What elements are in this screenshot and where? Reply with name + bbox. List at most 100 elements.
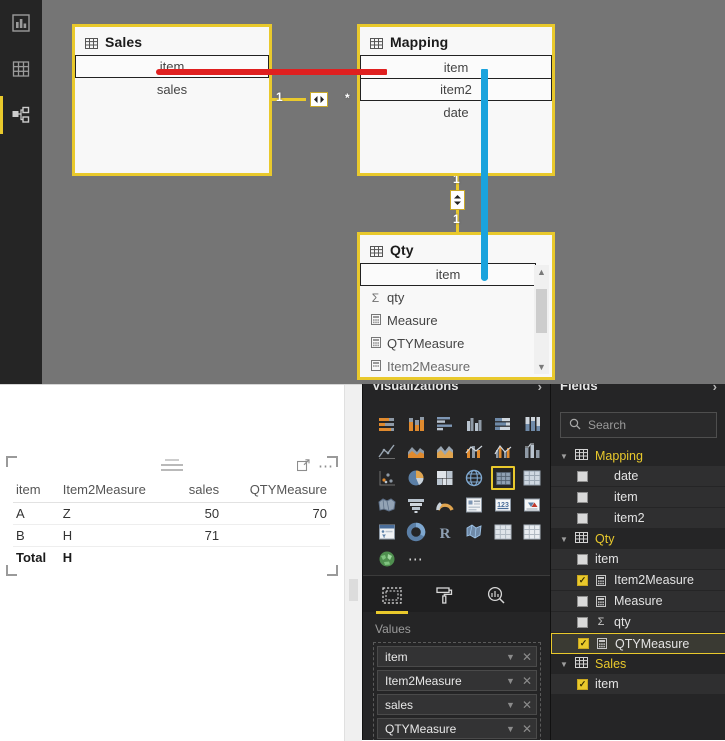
model-field-row[interactable]: item2: [360, 78, 552, 101]
field-item-measure[interactable]: Measure: [551, 591, 725, 612]
well-chip-sales[interactable]: sales ▼ ✕: [377, 694, 537, 715]
search-input[interactable]: Search: [560, 412, 717, 438]
field-item-date[interactable]: date: [551, 466, 725, 487]
viz-icon-kpi[interactable]: [520, 493, 544, 517]
model-table-sales[interactable]: Sales item sales: [72, 24, 272, 176]
well-chip-item2measure[interactable]: Item2Measure ▼ ✕: [377, 670, 537, 691]
field-checkbox[interactable]: [578, 638, 589, 649]
viz-icon-line-chart[interactable]: [375, 439, 399, 463]
model-table-scrollbar[interactable]: ▲ ▼: [534, 265, 549, 374]
model-table-qty[interactable]: Qty item Σ qty Measure QTYMeasure Item2M…: [357, 232, 555, 380]
viz-icon-stacked-bar-chart[interactable]: [375, 412, 399, 436]
viz-icon-line-clustered-column-chart[interactable]: [491, 439, 515, 463]
viz-icon-pie-chart[interactable]: [404, 466, 428, 490]
viz-icon-ribbon-chart[interactable]: [520, 439, 544, 463]
viz-icon-area-chart[interactable]: [404, 439, 428, 463]
table-row[interactable]: B H 71: [13, 524, 330, 547]
viz-icon-hundred-stacked-bar-chart[interactable]: [491, 412, 515, 436]
viz-icon-gauge-chart[interactable]: [433, 493, 457, 517]
tab-format[interactable]: [431, 585, 457, 609]
sidebar-item-model-view[interactable]: [0, 92, 42, 138]
model-field-row[interactable]: Item2Measure: [360, 355, 536, 377]
fields-table-mapping[interactable]: ▼ Mapping: [551, 446, 725, 466]
well-chip-item[interactable]: item ▼ ✕: [377, 646, 537, 667]
chevron-down-icon[interactable]: ▼: [506, 724, 515, 734]
focus-mode-icon[interactable]: [296, 459, 310, 475]
viz-icon-treemap[interactable]: [433, 466, 457, 490]
field-checkbox[interactable]: [577, 512, 588, 524]
viz-icon-arcgis-map[interactable]: [375, 547, 399, 571]
field-checkbox[interactable]: [577, 491, 588, 503]
tab-analytics[interactable]: [483, 585, 509, 609]
viz-icon-map[interactable]: [462, 466, 486, 490]
column-header[interactable]: QTYMeasure: [222, 480, 330, 503]
field-checkbox[interactable]: [577, 678, 588, 690]
expand-collapse-icon[interactable]: ▼: [560, 452, 568, 461]
viz-icon-more-visuals[interactable]: ⋯: [404, 547, 428, 571]
close-icon[interactable]: ✕: [522, 722, 532, 736]
field-checkbox[interactable]: [577, 470, 588, 482]
canvas-scrollbar[interactable]: [344, 385, 362, 741]
viz-icon-r-script-visual[interactable]: R: [433, 520, 457, 544]
viz-icon-line-stacked-column-chart[interactable]: [462, 439, 486, 463]
field-item-sales-item[interactable]: item: [551, 674, 725, 695]
viz-icon-table-2[interactable]: [520, 520, 544, 544]
viz-icon-matrix-2[interactable]: [491, 520, 515, 544]
viz-icon-scatter-chart[interactable]: [375, 466, 399, 490]
column-header[interactable]: item: [13, 480, 60, 503]
report-page[interactable]: ⋯ item Item2Measure sales QTYMeasure A Z…: [0, 387, 344, 739]
viz-icon-multi-row-card[interactable]: 123: [491, 493, 515, 517]
field-checkbox[interactable]: [577, 553, 588, 565]
report-canvas-area[interactable]: ⋯ item Item2Measure sales QTYMeasure A Z…: [0, 384, 362, 741]
expand-collapse-icon[interactable]: ▼: [560, 535, 568, 544]
viz-icon-shape-map[interactable]: [462, 520, 486, 544]
model-canvas[interactable]: 1 * 1 1 Sales item sales Mapping item it…: [42, 0, 725, 384]
values-well-dropzone[interactable]: item ▼ ✕ Item2Measure ▼ ✕ sales ▼ ✕ QTYM…: [373, 642, 541, 740]
table-row[interactable]: A Z 50 70: [13, 502, 330, 525]
sidebar-item-data-view[interactable]: [0, 46, 42, 92]
model-field-row[interactable]: Σ qty: [360, 286, 536, 309]
model-field-row[interactable]: sales: [75, 78, 269, 101]
model-table-mapping[interactable]: Mapping item item2 date: [357, 24, 555, 176]
drag-handle-icon[interactable]: [161, 459, 183, 474]
field-checkbox[interactable]: [577, 574, 588, 586]
scrollbar-thumb[interactable]: [536, 289, 547, 333]
viz-icon-matrix[interactable]: [520, 466, 544, 490]
more-options-icon[interactable]: ⋯: [318, 459, 334, 474]
field-item-qtymeasure[interactable]: QTYMeasure: [551, 633, 725, 654]
model-field-row[interactable]: Measure: [360, 309, 536, 332]
close-icon[interactable]: ✕: [522, 650, 532, 664]
chevron-right-icon[interactable]: ›: [713, 384, 717, 394]
model-field-row[interactable]: QTYMeasure: [360, 332, 536, 355]
chevron-down-icon[interactable]: ▼: [506, 676, 515, 686]
visual-properties-tabs[interactable]: [363, 575, 551, 614]
column-header[interactable]: sales: [175, 480, 223, 503]
field-checkbox[interactable]: [577, 616, 588, 628]
field-item-qty[interactable]: Σ qty: [551, 612, 725, 633]
field-item-item[interactable]: item: [551, 487, 725, 508]
fields-table-sales[interactable]: ▼ Sales: [551, 654, 725, 674]
sidebar-item-report-view[interactable]: [0, 0, 42, 46]
table-visual[interactable]: ⋯ item Item2Measure sales QTYMeasure A Z…: [6, 456, 338, 576]
well-chip-qtymeasure[interactable]: QTYMeasure ▼ ✕: [377, 718, 537, 739]
scroll-down-icon[interactable]: ▼: [534, 360, 549, 374]
model-field-row[interactable]: item: [360, 55, 552, 78]
viz-icon-clustered-column-chart[interactable]: [462, 412, 486, 436]
scroll-up-icon[interactable]: ▲: [534, 265, 549, 279]
tab-fields[interactable]: [376, 585, 408, 614]
chevron-down-icon[interactable]: ▼: [506, 700, 515, 710]
field-item-qty-item[interactable]: item: [551, 549, 725, 570]
chevron-down-icon[interactable]: ▼: [506, 652, 515, 662]
expand-collapse-icon[interactable]: ▼: [560, 660, 568, 669]
viz-icon-stacked-column-chart[interactable]: [404, 412, 428, 436]
viz-icon-hundred-stacked-column-chart[interactable]: [520, 412, 544, 436]
model-field-row[interactable]: date: [360, 101, 552, 124]
viz-icon-filled-map[interactable]: [375, 493, 399, 517]
chevron-right-icon[interactable]: ›: [538, 384, 542, 394]
viz-icon-stacked-area-chart[interactable]: [433, 439, 457, 463]
field-item-item2measure[interactable]: Item2Measure: [551, 570, 725, 591]
viz-icon-table[interactable]: [491, 466, 515, 490]
close-icon[interactable]: ✕: [522, 698, 532, 712]
viz-icon-donut-chart[interactable]: [404, 520, 428, 544]
viz-icon-slicer[interactable]: [375, 520, 399, 544]
